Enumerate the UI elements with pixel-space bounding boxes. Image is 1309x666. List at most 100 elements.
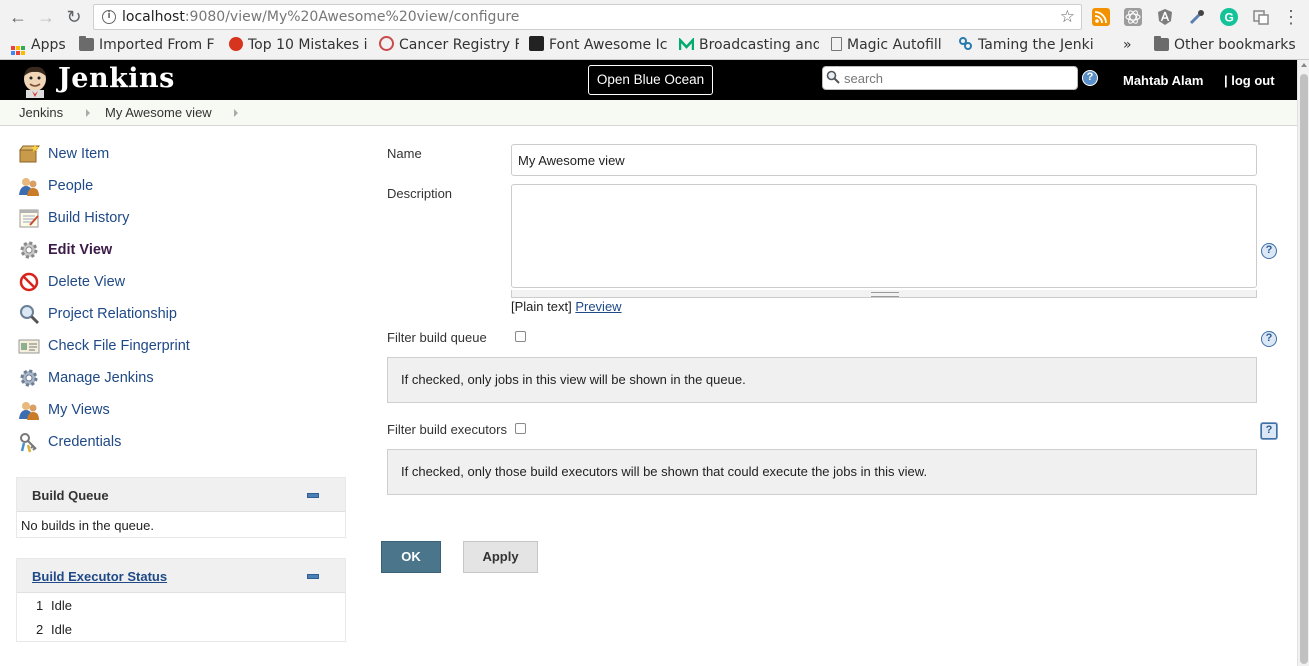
user-name-link[interactable]: Mahtab Alam [1123, 73, 1203, 88]
build-queue-pane: Build Queue No builds in the queue. [16, 477, 346, 538]
bookmark-imported[interactable]: Imported From F [79, 35, 219, 55]
search-help-icon[interactable]: ? [1082, 70, 1098, 86]
eyedropper-icon[interactable] [1188, 8, 1206, 26]
description-textarea[interactable] [511, 184, 1257, 288]
bookmark-label: Cancer Registry F [399, 37, 519, 53]
filter-build-queue-label: Filter build queue [387, 330, 487, 345]
react-extension-icon[interactable] [1124, 8, 1142, 26]
task-label[interactable]: People [48, 178, 93, 194]
bookmark-label: Imported From F [99, 37, 215, 53]
search-input[interactable] [844, 70, 1074, 87]
open-blue-ocean-button[interactable]: Open Blue Ocean [588, 65, 713, 95]
bookmark-label: Other bookmarks [1174, 37, 1296, 53]
task-new-item[interactable]: New Item [18, 142, 109, 166]
executor-list: 1 Idle 2 Idle [17, 593, 345, 641]
build-queue-title: Build Queue [32, 488, 109, 503]
collapse-icon[interactable] [307, 574, 319, 579]
breadcrumb-view[interactable]: My Awesome view [105, 105, 212, 120]
other-bookmarks[interactable]: Other bookmarks [1154, 35, 1304, 55]
preview-link[interactable]: Preview [575, 299, 621, 314]
bookmark-font-awesome[interactable]: Font Awesome Ic [529, 35, 669, 55]
grammarly-icon[interactable]: G [1220, 8, 1238, 26]
no-entry-icon [18, 271, 40, 293]
task-label[interactable]: My Views [48, 402, 110, 418]
address-bar[interactable]: i localhost:9080/view/My%20Awesome%20vie… [93, 4, 1082, 30]
bookmark-taming-jenkins[interactable]: Taming the Jenki [958, 35, 1098, 55]
task-manage-jenkins[interactable]: Manage Jenkins [18, 366, 154, 390]
task-label[interactable]: Delete View [48, 274, 125, 290]
new-item-icon [18, 143, 40, 165]
task-label[interactable]: Edit View [48, 242, 112, 258]
bookmark-cancer-registry[interactable]: Cancer Registry F [379, 35, 519, 55]
back-arrow-icon[interactable]: ← [7, 6, 29, 28]
bookmark-apps[interactable]: Apps [11, 35, 71, 55]
menu-icon[interactable]: ⋮ [1280, 6, 1302, 28]
breadcrumb-arrow-icon[interactable] [234, 109, 238, 117]
info-icon[interactable]: i [102, 10, 116, 24]
apply-button[interactable]: Apply [463, 541, 538, 573]
page-scrollbar[interactable] [1297, 60, 1309, 666]
folder-icon [1154, 36, 1169, 51]
url-text[interactable]: localhost:9080/view/My%20Awesome%20view/… [122, 9, 519, 25]
jenkins-header: Jenkins Open Blue Ocean ? Mahtab Alam | … [0, 60, 1297, 100]
bookmark-magic-autofill[interactable]: Magic Autofill [831, 35, 949, 55]
scroll-thumb[interactable] [1300, 74, 1308, 664]
task-my-views[interactable]: My Views [18, 398, 110, 422]
rss-icon[interactable] [1092, 8, 1110, 26]
ok-button[interactable]: OK [381, 541, 441, 573]
build-queue-empty: No builds in the queue. [21, 518, 154, 533]
task-people[interactable]: People [18, 174, 93, 198]
extension-icon[interactable] [1252, 8, 1270, 26]
bookmarks-overflow-button[interactable]: » [1123, 35, 1137, 55]
reload-icon[interactable]: ↻ [63, 6, 85, 28]
name-label: Name [387, 146, 422, 161]
breadcrumb-jenkins[interactable]: Jenkins [19, 105, 63, 120]
build-executor-pane: Build Executor Status 1 Idle 2 Idle [16, 558, 346, 642]
people-icon [18, 175, 40, 197]
filter-executors-help-icon[interactable]: ? [1261, 423, 1277, 439]
build-executor-title[interactable]: Build Executor Status [32, 569, 167, 584]
task-delete-view[interactable]: Delete View [18, 270, 125, 294]
browser-chrome: ← → ↻ i localhost:9080/view/My%20Awesome… [0, 0, 1309, 60]
task-label[interactable]: Project Relationship [48, 306, 177, 322]
textarea-resize-handle[interactable] [511, 290, 1257, 298]
task-label[interactable]: Manage Jenkins [48, 370, 154, 386]
filter-build-executors-checkbox[interactable] [515, 423, 526, 434]
logout-link[interactable]: | log out [1224, 73, 1275, 88]
search-icon [826, 70, 840, 84]
breadcrumb: Jenkins My Awesome view [0, 100, 1297, 126]
task-build-history[interactable]: Build History [18, 206, 129, 230]
fingerprint-icon [18, 335, 40, 357]
task-edit-view[interactable]: Edit View [18, 238, 112, 262]
task-label[interactable]: Build History [48, 210, 129, 226]
task-label[interactable]: Check File Fingerprint [48, 338, 190, 354]
task-check-fingerprint[interactable]: Check File Fingerprint [18, 334, 190, 358]
filter-build-queue-checkbox[interactable] [515, 331, 526, 342]
bookmark-top-10-mistakes[interactable]: Top 10 Mistakes i [229, 35, 369, 55]
notepad-icon [18, 207, 40, 229]
bookmark-label: Broadcasting and [699, 37, 819, 53]
task-project-relationship[interactable]: Project Relationship [18, 302, 177, 326]
forward-arrow-icon[interactable]: → [35, 6, 57, 28]
angular-extension-icon[interactable] [1156, 8, 1174, 26]
task-label[interactable]: New Item [48, 146, 109, 162]
jenkins-logo-icon[interactable] [18, 64, 52, 98]
bookmark-label: Magic Autofill [847, 37, 942, 53]
collapse-icon[interactable] [307, 493, 319, 498]
bookmark-broadcasting[interactable]: Broadcasting and [679, 35, 819, 55]
executor-status: Idle [51, 622, 72, 637]
task-credentials[interactable]: Credentials [18, 430, 121, 454]
task-label[interactable]: Credentials [48, 434, 121, 450]
scroll-up-icon[interactable] [1301, 63, 1307, 67]
filter-queue-help-icon[interactable]: ? [1261, 331, 1277, 347]
star-icon[interactable]: ☆ [1060, 7, 1075, 27]
jenkins-title[interactable]: Jenkins [58, 63, 175, 94]
filter-queue-help-box: If checked, only jobs in this view will … [387, 357, 1257, 403]
search-box[interactable] [822, 66, 1078, 90]
site-favicon-icon [229, 37, 243, 51]
description-help-icon[interactable]: ? [1261, 243, 1277, 259]
bookmark-label: Taming the Jenki [978, 37, 1094, 53]
breadcrumb-arrow-icon[interactable] [86, 109, 90, 117]
magnifier-icon [18, 303, 40, 325]
name-input[interactable] [511, 144, 1257, 176]
